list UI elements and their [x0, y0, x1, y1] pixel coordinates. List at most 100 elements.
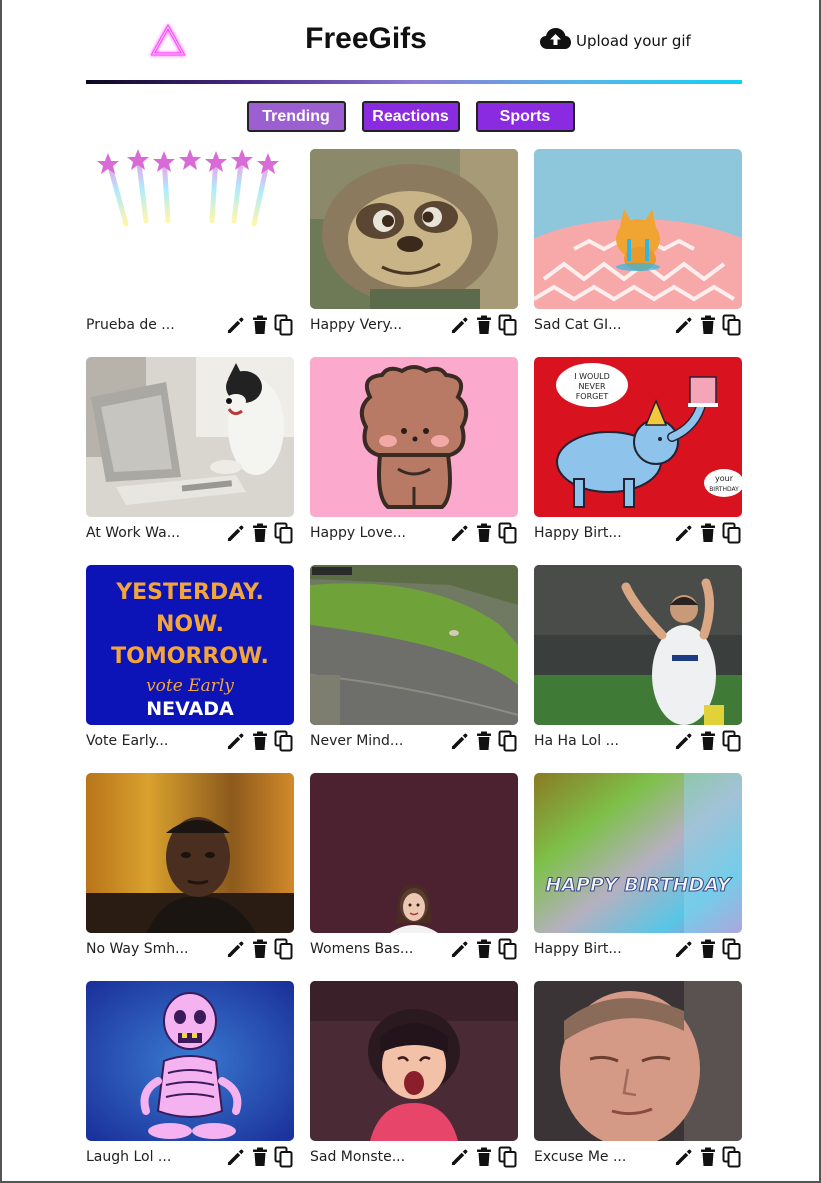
gif-actions: [450, 1146, 518, 1168]
gif-thumbnail[interactable]: [310, 565, 518, 725]
gif-thumbnail[interactable]: [310, 357, 518, 517]
trash-icon[interactable]: [250, 938, 270, 960]
gif-thumbnail[interactable]: [86, 773, 294, 933]
trash-icon[interactable]: [474, 522, 494, 544]
gif-card: Laugh Lol ...: [86, 981, 294, 1168]
card-text: NEVER: [578, 382, 606, 391]
gif-card: No Way Smh...: [86, 773, 294, 960]
copy-icon[interactable]: [722, 938, 742, 960]
gif-actions: [226, 522, 294, 544]
gif-thumbnail[interactable]: [86, 357, 294, 517]
gif-actions: [226, 1146, 294, 1168]
gif-thumbnail[interactable]: [310, 773, 518, 933]
copy-icon[interactable]: [498, 314, 518, 336]
gif-title: Happy Very...: [310, 317, 403, 333]
gif-thumbnail[interactable]: [310, 981, 518, 1141]
header: FreeGifs Upload your gif: [2, 0, 819, 84]
copy-icon[interactable]: [498, 1146, 518, 1168]
header-divider: [86, 80, 742, 84]
pencil-icon[interactable]: [450, 522, 470, 544]
gif-title: No Way Smh...: [86, 941, 189, 957]
pencil-icon[interactable]: [450, 938, 470, 960]
gif-thumbnail[interactable]: [86, 981, 294, 1141]
gif-thumbnail[interactable]: [534, 565, 742, 725]
copy-icon[interactable]: [274, 938, 294, 960]
pencil-icon[interactable]: [450, 730, 470, 752]
gif-meta: Happy Birt...: [534, 938, 742, 962]
upload-gif-button[interactable]: Upload your gif: [539, 27, 691, 55]
gif-actions: [450, 522, 518, 544]
pencil-icon[interactable]: [226, 1146, 246, 1168]
pencil-icon[interactable]: [450, 314, 470, 336]
pencil-icon[interactable]: [674, 314, 694, 336]
gif-meta: At Work Wa...: [86, 522, 294, 546]
pencil-icon[interactable]: [674, 522, 694, 544]
pencil-icon[interactable]: [226, 730, 246, 752]
trash-icon[interactable]: [698, 730, 718, 752]
trash-icon[interactable]: [698, 314, 718, 336]
gif-thumbnail[interactable]: I WOULD NEVER FORGET your BIRTHDAY: [534, 357, 742, 517]
tab-sports[interactable]: Sports: [475, 101, 575, 132]
gif-card: Happy Very...: [310, 149, 518, 336]
gif-thumbnail[interactable]: [310, 149, 518, 309]
copy-icon[interactable]: [274, 1146, 294, 1168]
copy-icon[interactable]: [722, 1146, 742, 1168]
gif-actions: [674, 314, 742, 336]
trash-icon[interactable]: [474, 314, 494, 336]
trash-icon[interactable]: [474, 1146, 494, 1168]
gif-thumbnail[interactable]: YESTERDAY. NOW. TOMORROW. vote Early NEV…: [86, 565, 294, 725]
gif-actions: [226, 730, 294, 752]
tab-reactions[interactable]: Reactions: [361, 101, 460, 132]
trash-icon[interactable]: [250, 1146, 270, 1168]
gif-title: Sad Monste...: [310, 1149, 406, 1165]
gif-card: Womens Bas...: [310, 773, 518, 960]
gif-thumbnail[interactable]: [86, 149, 294, 309]
gif-meta: Happy Love...: [310, 522, 518, 546]
copy-icon[interactable]: [274, 522, 294, 544]
gif-actions: [226, 314, 294, 336]
trash-icon[interactable]: [250, 730, 270, 752]
gif-card: Sad Cat GI...: [534, 149, 742, 336]
gif-thumbnail[interactable]: [534, 149, 742, 309]
gif-actions: [674, 522, 742, 544]
pencil-icon[interactable]: [674, 938, 694, 960]
copy-icon[interactable]: [722, 314, 742, 336]
pencil-icon[interactable]: [674, 730, 694, 752]
card-text: YESTERDAY.: [115, 580, 264, 605]
card-text: NEVADA: [146, 698, 234, 720]
gif-actions: [450, 314, 518, 336]
pencil-icon[interactable]: [450, 1146, 470, 1168]
copy-icon[interactable]: [274, 314, 294, 336]
copy-icon[interactable]: [274, 730, 294, 752]
trash-icon[interactable]: [698, 938, 718, 960]
copy-icon[interactable]: [498, 522, 518, 544]
copy-icon[interactable]: [722, 730, 742, 752]
card-text: NOW.: [156, 612, 224, 637]
trash-icon[interactable]: [250, 522, 270, 544]
pencil-icon[interactable]: [226, 314, 246, 336]
trash-icon[interactable]: [474, 938, 494, 960]
trash-icon[interactable]: [698, 1146, 718, 1168]
tab-trending[interactable]: Trending: [246, 101, 346, 132]
gif-actions: [674, 730, 742, 752]
gif-meta: Never Mind...: [310, 730, 518, 754]
gif-meta: Ha Ha Lol ...: [534, 730, 742, 754]
gif-thumbnail[interactable]: [534, 981, 742, 1141]
pencil-icon[interactable]: [226, 938, 246, 960]
copy-icon[interactable]: [498, 730, 518, 752]
trash-icon[interactable]: [698, 522, 718, 544]
copy-icon[interactable]: [498, 938, 518, 960]
card-text: I WOULD: [574, 372, 610, 381]
gif-actions: [674, 938, 742, 960]
gif-card: Happy Love...: [310, 357, 518, 546]
trash-icon[interactable]: [474, 730, 494, 752]
gif-thumbnail[interactable]: HAPPY BIRTHDAY: [534, 773, 742, 933]
category-tabs: Trending Reactions Sports: [2, 101, 819, 132]
trash-icon[interactable]: [250, 314, 270, 336]
cloud-upload-icon: [539, 27, 572, 55]
copy-icon[interactable]: [722, 522, 742, 544]
pencil-icon[interactable]: [674, 1146, 694, 1168]
pencil-icon[interactable]: [226, 522, 246, 544]
gif-title: At Work Wa...: [86, 525, 181, 541]
gif-title: Ha Ha Lol ...: [534, 733, 619, 749]
